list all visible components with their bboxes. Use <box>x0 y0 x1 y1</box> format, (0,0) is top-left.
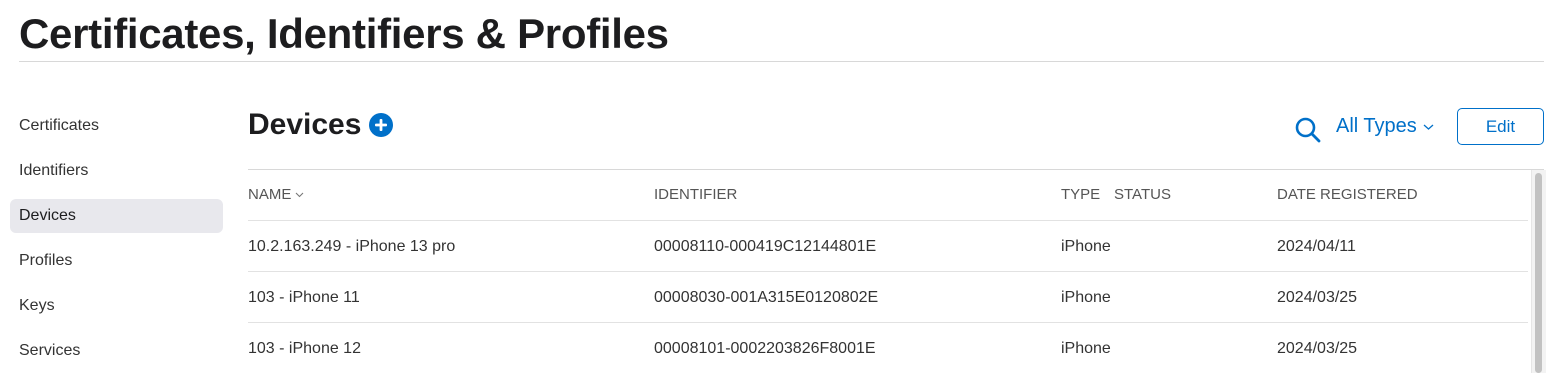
device-date-registered: 2024/04/11 <box>1277 238 1356 255</box>
device-type: iPhone <box>1061 289 1111 306</box>
search-icon <box>1295 117 1321 143</box>
title-divider <box>19 61 1544 62</box>
table-row[interactable]: 10.2.163.249 - iPhone 13 pro 00008110-00… <box>248 220 1528 272</box>
device-identifier: 00008110-000419C12144801E <box>654 238 877 255</box>
column-header-name[interactable]: NAME <box>248 186 304 203</box>
column-header-label: TYPE <box>1061 186 1101 203</box>
device-type: iPhone <box>1061 238 1111 255</box>
sidebar: Certificates Identifiers Devices Profile… <box>10 109 223 379</box>
device-date-registered: 2024/03/25 <box>1277 340 1358 357</box>
device-type: iPhone <box>1061 340 1111 357</box>
chevron-down-icon <box>295 192 304 197</box>
device-identifier: 00008101-0002203826F8001E <box>654 340 876 357</box>
table-row[interactable]: 103 - iPhone 11 00008030-001A315E0120802… <box>248 271 1528 323</box>
device-name: 103 - iPhone 12 <box>248 340 361 357</box>
scrollbar-thumb[interactable] <box>1535 173 1542 373</box>
sidebar-item-identifiers[interactable]: Identifiers <box>10 154 223 188</box>
column-header-label: DATE REGISTERED <box>1277 186 1418 203</box>
column-header-label: IDENTIFIER <box>654 186 738 203</box>
column-header-label: NAME <box>248 186 292 203</box>
chevron-down-icon <box>1423 124 1434 130</box>
table-scrollbar[interactable] <box>1531 170 1546 373</box>
edit-button[interactable]: Edit <box>1457 108 1544 145</box>
column-header-status[interactable]: STATUS <box>1114 186 1171 203</box>
device-name: 10.2.163.249 - iPhone 13 pro <box>248 238 456 255</box>
search-button[interactable] <box>1294 116 1322 144</box>
sidebar-item-profiles[interactable]: Profiles <box>10 244 223 278</box>
column-header-type[interactable]: TYPE <box>1061 186 1100 203</box>
sidebar-item-services[interactable]: Services <box>10 334 223 368</box>
device-name: 103 - iPhone 11 <box>248 289 360 306</box>
table-divider <box>248 169 1544 170</box>
device-identifier: 00008030-001A315E0120802E <box>654 289 879 306</box>
page-title: Certificates, Identifiers & Profiles <box>19 10 669 57</box>
sidebar-item-devices[interactable]: Devices <box>10 199 223 233</box>
section-header: Devices <box>248 108 394 142</box>
add-device-button[interactable] <box>369 113 394 137</box>
device-date-registered: 2024/03/25 <box>1277 289 1358 306</box>
column-header-date-registered[interactable]: DATE REGISTERED <box>1277 186 1418 203</box>
type-filter-dropdown[interactable]: All Types <box>1336 115 1434 138</box>
column-header-identifier[interactable]: IDENTIFIER <box>654 186 737 203</box>
section-title: Devices <box>248 108 362 141</box>
plus-circle-icon <box>369 113 394 137</box>
column-header-label: STATUS <box>1114 186 1171 203</box>
sidebar-item-certificates[interactable]: Certificates <box>10 109 223 143</box>
sidebar-item-keys[interactable]: Keys <box>10 289 223 323</box>
type-filter-value: All Types <box>1336 115 1417 137</box>
table-row[interactable]: 103 - iPhone 12 00008101-0002203826F8001… <box>248 322 1528 374</box>
